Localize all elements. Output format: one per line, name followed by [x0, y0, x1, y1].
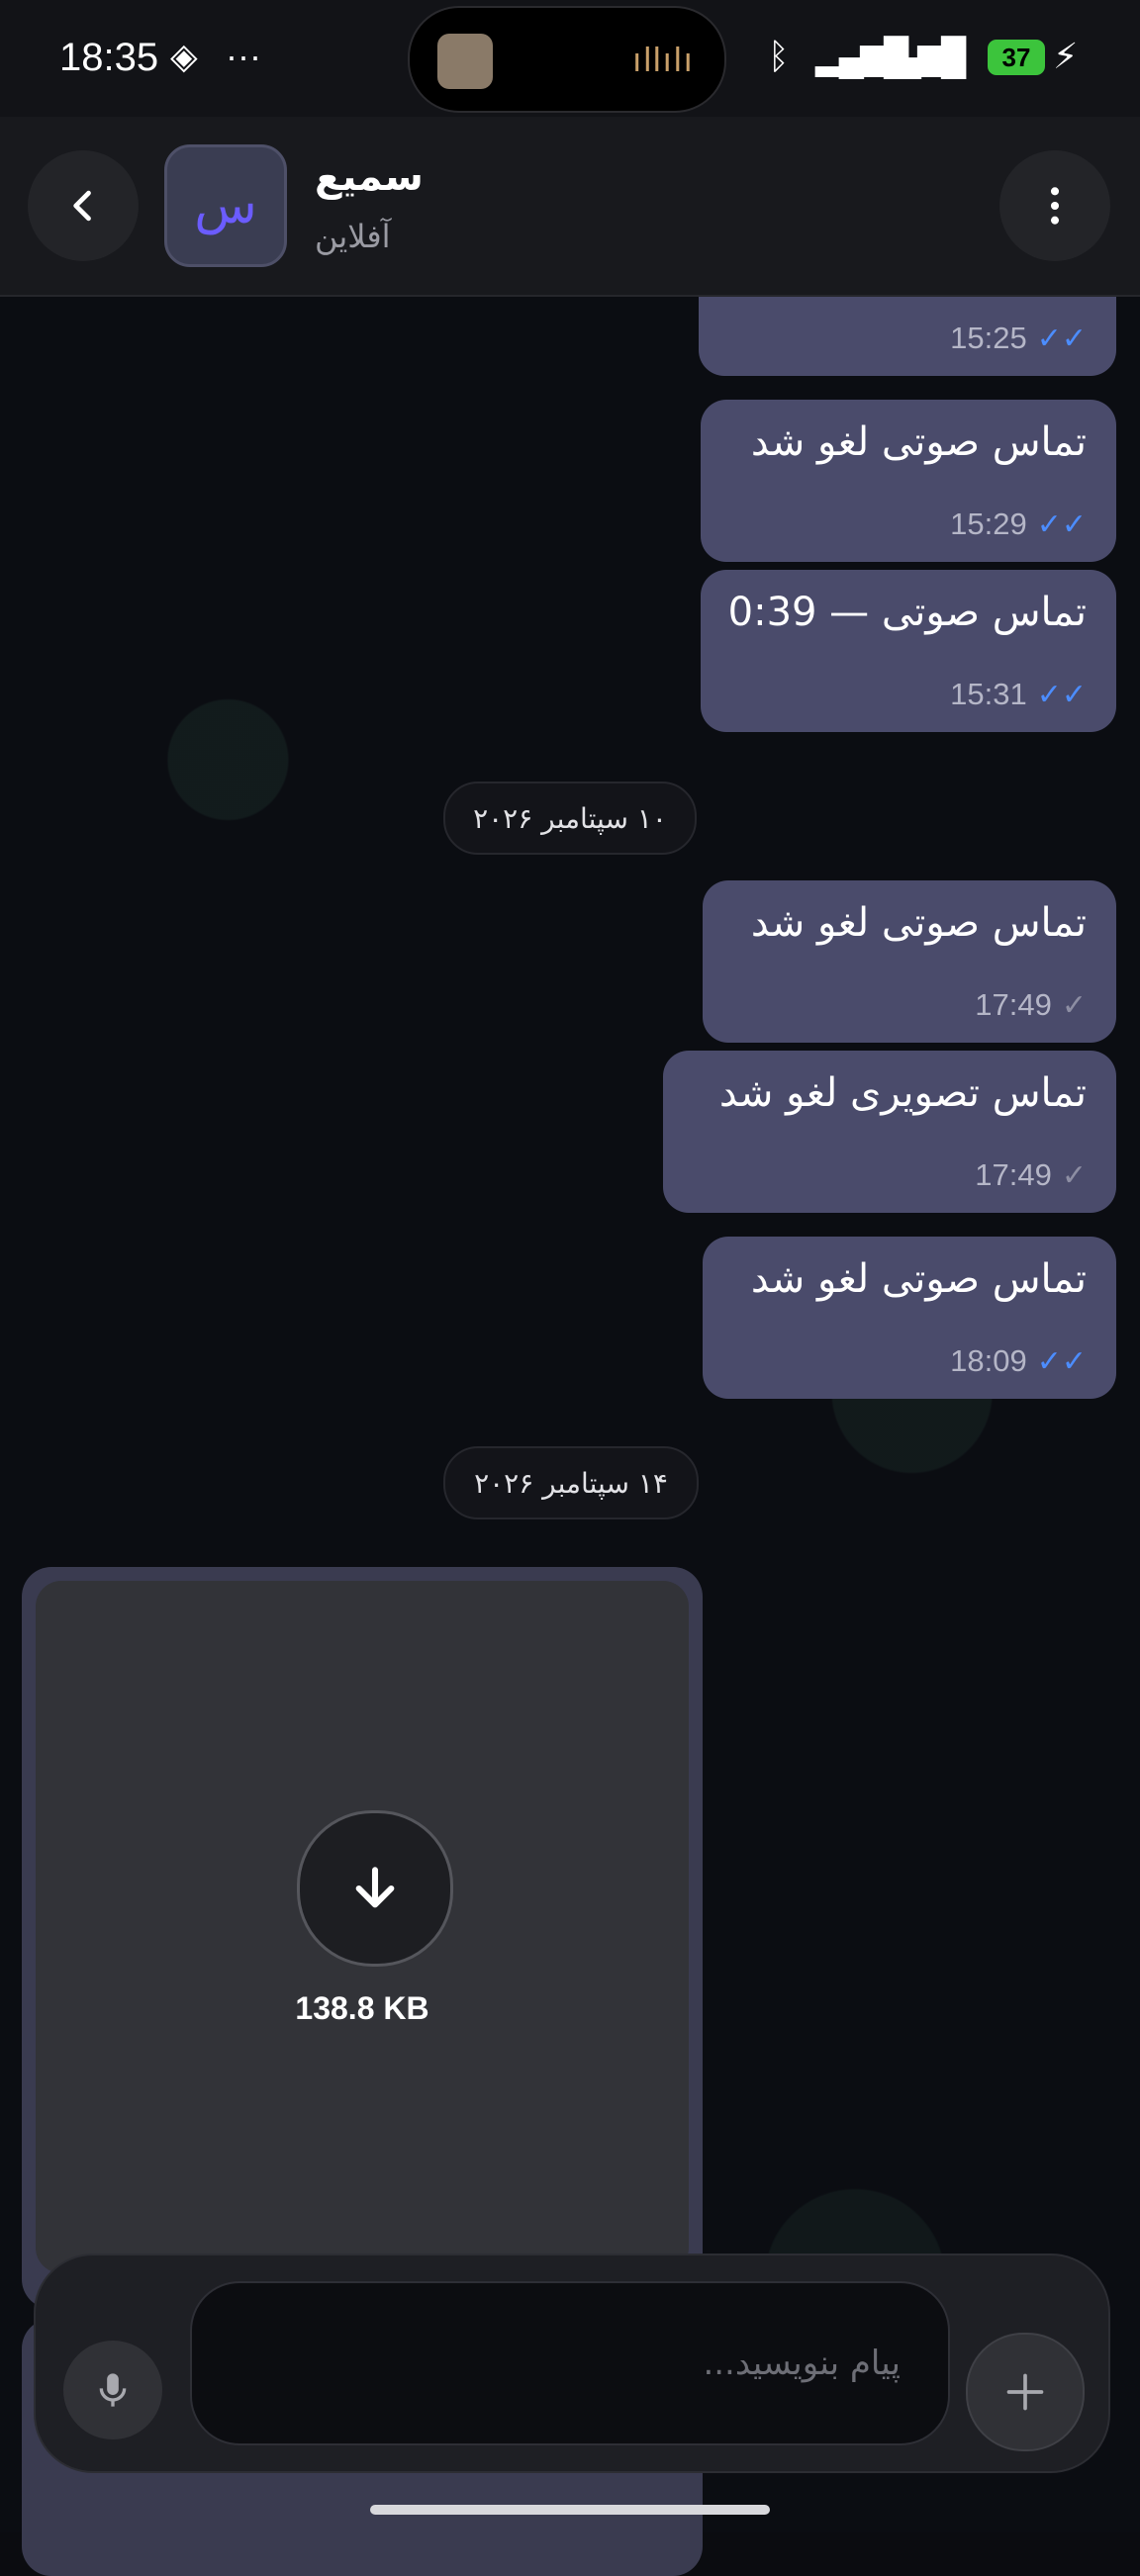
message-meta: 18:09 ✓✓	[703, 1343, 1087, 1379]
message-meta: 17:49 ✓	[663, 1157, 1087, 1193]
more-dots-icon: ···	[226, 36, 261, 76]
read-ticks-icon: ✓✓	[1036, 508, 1087, 541]
message-meta: 17:49 ✓	[703, 987, 1087, 1023]
message-time: 17:49	[975, 1157, 1052, 1192]
chevron-left-icon	[73, 190, 91, 222]
message-text: تماس تصویری لغو شد	[718, 1070, 1087, 1116]
message-time: 18:09	[950, 1343, 1027, 1378]
download-button[interactable]	[297, 1810, 453, 1967]
message-text: تماس صوتی — 0:39	[727, 590, 1087, 635]
chat-header: س سميع آفلاین	[0, 117, 1140, 297]
avatar-letter: س	[194, 177, 257, 234]
message-bubble[interactable]: تماس تصویری لغو شد 17:49 ✓	[663, 1051, 1116, 1213]
message-time: 15:31	[950, 677, 1027, 711]
message-bubble[interactable]: تماس صوتی لغو شد 17:49 ✓	[703, 880, 1116, 1043]
home-indicator[interactable]	[370, 2505, 770, 2515]
status-time: 18:35	[59, 36, 159, 79]
message-text: تماس صوتی لغو شد	[750, 1256, 1087, 1302]
contact-name[interactable]: سميع	[315, 154, 424, 200]
read-ticks-icon: ✓✓	[1036, 322, 1087, 355]
download-arrow-icon	[355, 1867, 395, 1908]
read-ticks-icon: ✓✓	[1036, 1345, 1087, 1378]
message-time: 15:29	[950, 506, 1027, 541]
message-time: 17:49	[975, 987, 1052, 1022]
message-text: تماس صوتی لغو شد	[750, 900, 1087, 946]
dynamic-island[interactable]: ıllılı	[408, 6, 726, 113]
message-meta: 15:25 ✓✓	[699, 321, 1087, 356]
media-thumbnail-icon	[437, 34, 493, 89]
plus-icon	[1006, 2373, 1044, 2411]
sent-tick-icon: ✓	[1061, 989, 1087, 1022]
status-bar: 18:35 ◈ ··· ıllılı ᛒ ▂▄▆█ ▂▄▆█ ◠ 37 ⚡	[0, 0, 1140, 117]
charging-icon: ⚡	[1053, 36, 1079, 76]
kebab-menu-icon	[1050, 187, 1060, 225]
avatar[interactable]: س	[164, 144, 287, 267]
message-input[interactable]	[190, 2281, 950, 2445]
back-button[interactable]	[28, 150, 139, 261]
message-bubble[interactable]: تماس صوتی لغو شد 15:29 ✓✓	[701, 400, 1116, 562]
microphone-icon	[99, 2373, 127, 2407]
date-separator: ۱۴ سپتامبر ۲۰۲۶	[443, 1446, 699, 1519]
message-time: 15:25	[950, 321, 1027, 355]
message-bubble[interactable]: تماس صوتی لغو شد 18:09 ✓✓	[703, 1237, 1116, 1399]
read-ticks-icon: ✓✓	[1036, 679, 1087, 711]
media-preview[interactable]: 138.8 KB	[36, 1581, 689, 2273]
battery-icon: 37	[988, 40, 1045, 75]
media-message[interactable]: 138.8 KB	[22, 1567, 703, 2309]
contact-status: آفلاین	[315, 219, 391, 254]
message-bubble[interactable]: تماس صوتی — 0:39 15:31 ✓✓	[701, 570, 1116, 732]
attach-button[interactable]	[966, 2333, 1085, 2451]
file-size: 138.8 KB	[295, 1990, 429, 2026]
more-options-button[interactable]	[999, 150, 1110, 261]
nfc-icon: ◈	[170, 36, 198, 76]
message-text: تماس صوتی لغو شد	[750, 419, 1087, 465]
audio-wave-icon: ıllılı	[632, 42, 695, 79]
date-separator: ۱۰ سپتامبر ۲۰۲۶	[443, 782, 697, 855]
wifi-icon: ◠	[932, 36, 964, 76]
message-meta: 15:29 ✓✓	[701, 506, 1087, 542]
message-composer	[34, 2254, 1110, 2473]
bluetooth-icon: ᛒ	[768, 36, 790, 76]
sent-tick-icon: ✓	[1061, 1159, 1087, 1192]
message-meta: 15:31 ✓✓	[701, 677, 1087, 712]
voice-record-button[interactable]	[63, 2341, 162, 2439]
